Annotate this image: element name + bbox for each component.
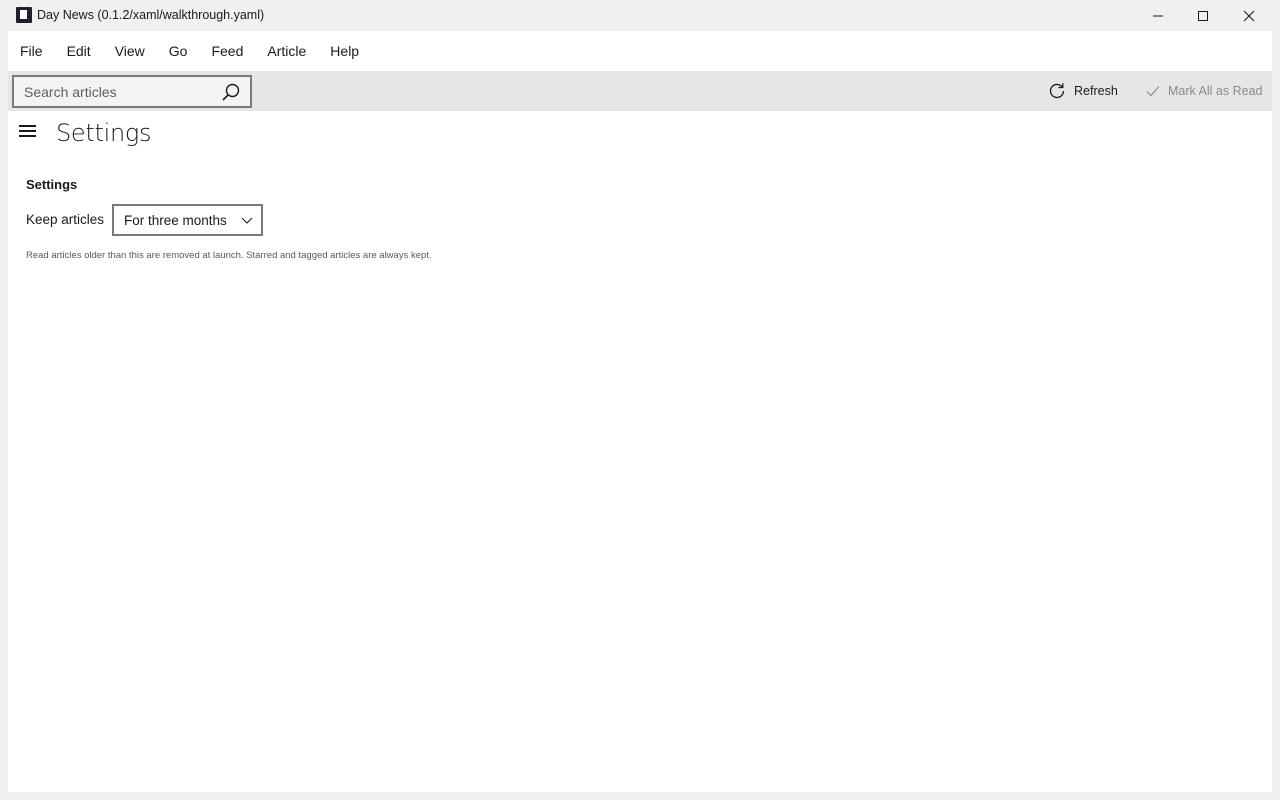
settings-page: Settings Settings Keep articles For thre… xyxy=(8,111,1272,792)
close-icon xyxy=(1243,10,1255,21)
keep-articles-help-text: Read articles older than this are remove… xyxy=(26,250,432,261)
mark-all-read-label: Mark All as Read xyxy=(1168,84,1263,98)
menu-go[interactable]: Go xyxy=(157,31,200,71)
keep-articles-value: For three months xyxy=(124,212,227,228)
menu-bar: File Edit View Go Feed Article Help xyxy=(8,31,1272,71)
menu-file[interactable]: File xyxy=(8,31,55,71)
maximize-button[interactable] xyxy=(1180,0,1226,31)
toolbar: Refresh Mark All as Read xyxy=(8,71,1272,111)
chevron-down-icon xyxy=(241,217,253,224)
app-icon xyxy=(16,7,32,23)
title-bar: Day News (0.1.2/xaml/walkthrough.yaml) xyxy=(0,0,1280,31)
minimize-button[interactable] xyxy=(1135,0,1181,31)
menu-edit[interactable]: Edit xyxy=(55,31,103,71)
refresh-label: Refresh xyxy=(1074,84,1118,98)
refresh-icon xyxy=(1049,83,1065,99)
search-icon[interactable] xyxy=(222,83,240,101)
search-input[interactable] xyxy=(14,77,214,106)
menu-article[interactable]: Article xyxy=(255,31,318,71)
menu-feed[interactable]: Feed xyxy=(199,31,255,71)
menu-view[interactable]: View xyxy=(103,31,157,71)
section-title: Settings xyxy=(26,177,78,192)
close-button[interactable] xyxy=(1226,0,1272,31)
hamburger-menu-icon[interactable] xyxy=(19,124,37,138)
menu-help[interactable]: Help xyxy=(318,31,371,71)
refresh-button[interactable]: Refresh xyxy=(1048,71,1118,111)
minimize-icon xyxy=(1153,15,1163,16)
maximize-icon xyxy=(1198,10,1208,21)
checkmark-icon xyxy=(1146,86,1160,97)
keep-articles-label: Keep articles xyxy=(26,212,105,227)
mark-all-read-button[interactable]: Mark All as Read xyxy=(1146,71,1262,111)
page-title: Settings xyxy=(56,119,152,147)
search-box xyxy=(12,75,252,108)
keep-articles-dropdown[interactable]: For three months xyxy=(112,204,263,236)
window-title: Day News (0.1.2/xaml/walkthrough.yaml) xyxy=(37,8,265,22)
